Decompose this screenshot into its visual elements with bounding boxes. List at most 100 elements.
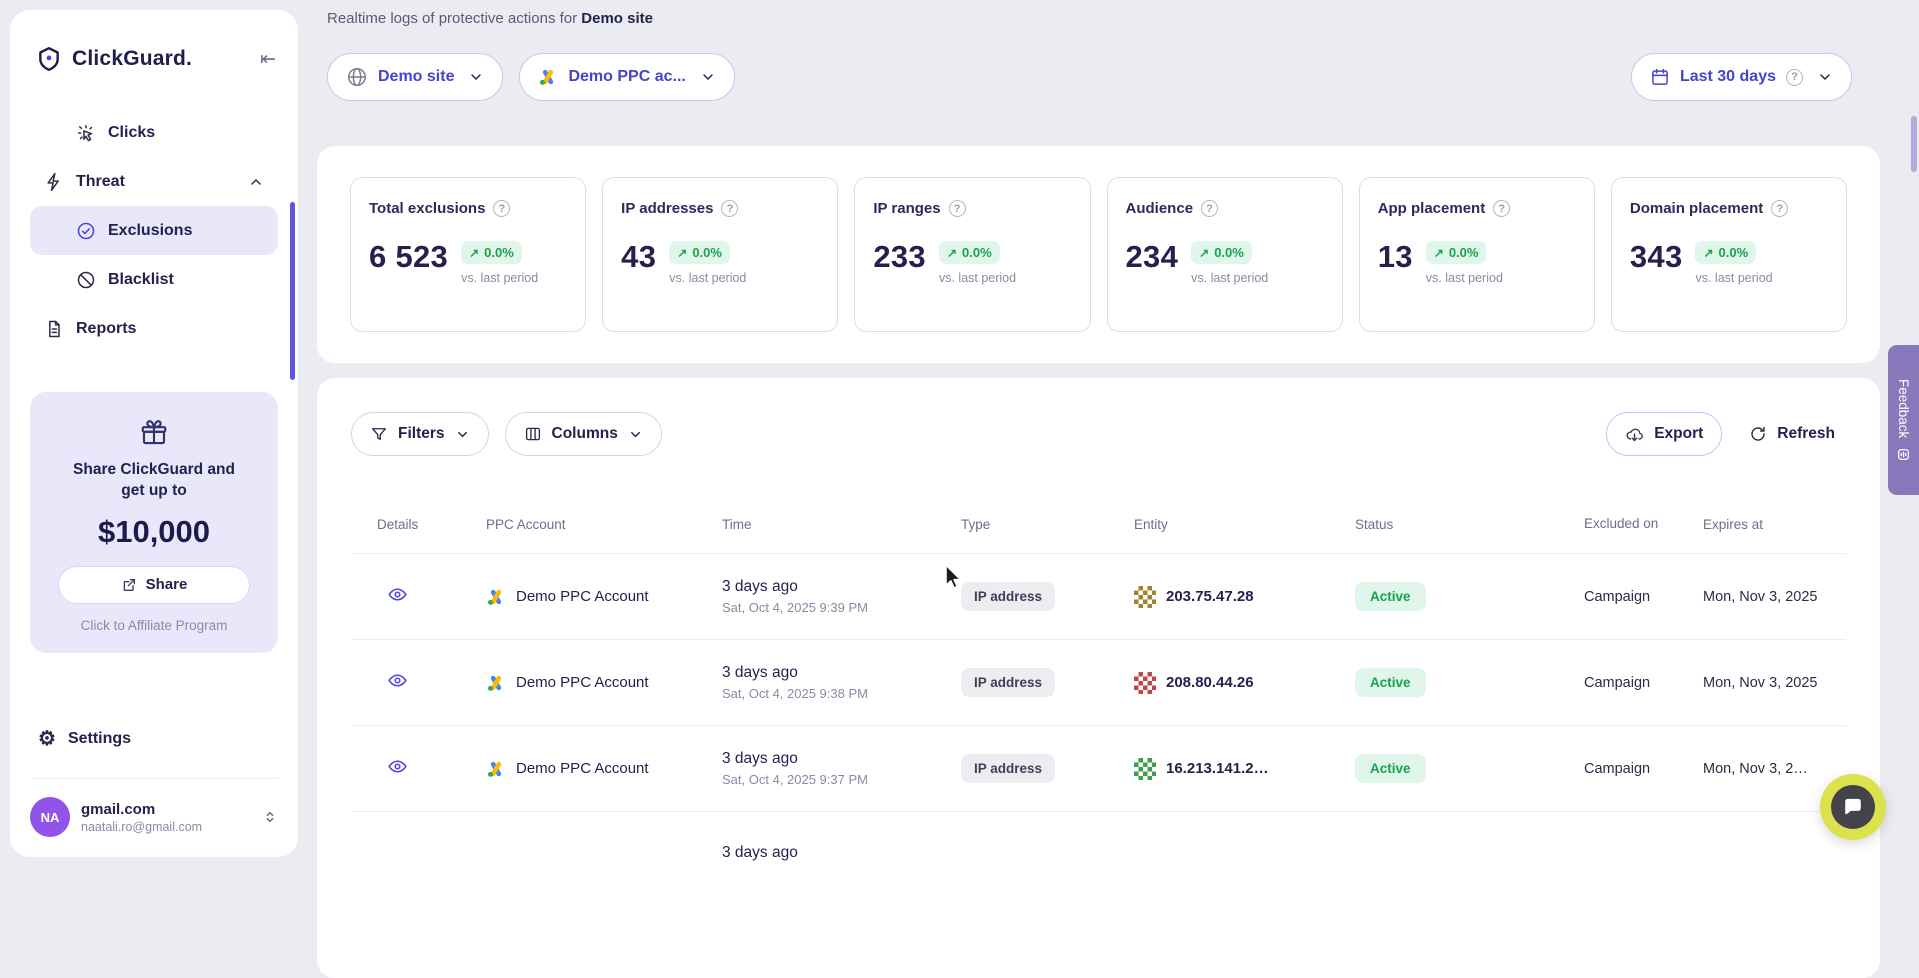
report-document-icon <box>44 319 64 339</box>
sidebar-item-exclusions[interactable]: Exclusions <box>30 206 278 255</box>
help-icon[interactable]: ? <box>949 200 966 217</box>
stat-caption: vs. last period <box>1191 271 1268 285</box>
stat-value: 343 <box>1630 239 1683 275</box>
sidebar-item-threat[interactable]: Threat <box>30 157 278 206</box>
view-details-eye-icon[interactable] <box>387 584 408 605</box>
sidebar: ClickGuard. ⇤ Clicks Threat Exclusions <box>10 10 298 857</box>
feedback-tab[interactable]: Feedback <box>1888 345 1919 495</box>
sidebar-item-blacklist[interactable]: Blacklist <box>30 255 278 304</box>
help-icon[interactable]: ? <box>1201 200 1218 217</box>
column-header: Expires at <box>1703 517 1846 532</box>
page-subtitle: Realtime logs of protective actions for … <box>327 10 1880 27</box>
sidebar-item-settings[interactable]: ⚙ Settings <box>30 716 278 762</box>
feedback-label: Feedback <box>1896 379 1911 438</box>
stat-value: 43 <box>621 239 656 275</box>
ppc-account-selector[interactable]: Demo PPC ac... <box>519 53 734 101</box>
refresh-icon <box>1749 425 1767 443</box>
columns-button[interactable]: Columns <box>505 412 662 456</box>
sidebar-item-reports[interactable]: Reports <box>30 304 278 353</box>
feedback-logo-icon <box>1897 448 1910 461</box>
clickguard-logo-icon <box>36 46 62 72</box>
stat-caption: vs. last period <box>1426 271 1503 285</box>
help-icon[interactable]: ? <box>1786 69 1803 86</box>
ppc-account-name: Demo PPC Account <box>516 760 649 777</box>
stat-value: 13 <box>1378 239 1413 275</box>
chat-launcher-button[interactable] <box>1820 774 1886 840</box>
stat-label: Audience <box>1126 200 1194 217</box>
help-icon[interactable]: ? <box>1493 200 1510 217</box>
entity-identicon <box>1134 758 1156 780</box>
view-details-eye-icon[interactable] <box>387 670 408 691</box>
stat-caption: vs. last period <box>669 271 746 285</box>
entity-value: 16.213.141.2… <box>1166 760 1269 777</box>
promo-amount: $10,000 <box>46 514 262 550</box>
help-icon[interactable]: ? <box>493 200 510 217</box>
sidebar-collapse-icon[interactable]: ⇤ <box>260 50 276 69</box>
table-row[interactable]: 3 days ago <box>351 812 1846 898</box>
google-ads-icon <box>486 759 506 779</box>
entity-value: 203.75.47.28 <box>1166 588 1254 605</box>
status-badge: Active <box>1355 582 1426 611</box>
export-button[interactable]: Export <box>1606 412 1722 456</box>
user-meta: gmail.com naatali.ro@gmail.com <box>81 801 251 834</box>
trend-badge: ↗0.0% <box>669 241 730 264</box>
logo-row: ClickGuard. ⇤ <box>36 46 276 72</box>
date-range-value: Last 30 days <box>1680 68 1776 86</box>
sidebar-scrollbar-thumb[interactable] <box>290 202 295 380</box>
date-range-selector[interactable]: Last 30 days ? <box>1631 53 1852 101</box>
time-relative: 3 days ago <box>722 578 961 596</box>
selector-row: Demo site Demo PPC ac... <box>327 53 1880 101</box>
refresh-button[interactable]: Refresh <box>1738 412 1846 456</box>
stat-label: Domain placement <box>1630 200 1763 217</box>
view-details-eye-icon[interactable] <box>387 756 408 777</box>
filters-button-label: Filters <box>398 425 445 443</box>
shield-check-icon <box>76 221 96 241</box>
ppc-account-name: Demo PPC Account <box>516 674 649 691</box>
trend-delta: 0.0% <box>1719 245 1749 260</box>
site-selector[interactable]: Demo site <box>327 53 503 101</box>
globe-icon <box>346 66 368 88</box>
stat-caption: vs. last period <box>939 271 1016 285</box>
share-button[interactable]: Share <box>58 566 250 604</box>
table-row[interactable]: Demo PPC Account 3 days agoSat, Oct 4, 2… <box>351 726 1846 812</box>
trend-delta: 0.0% <box>962 245 992 260</box>
page-scrollbar-thumb[interactable] <box>1911 116 1917 172</box>
promo-footer-text[interactable]: Click to Affiliate Program <box>46 618 262 633</box>
time-relative: 3 days ago <box>722 750 961 768</box>
trend-up-icon: ↗ <box>1434 246 1444 260</box>
sidebar-item-label: Clicks <box>108 124 155 142</box>
table-row[interactable]: Demo PPC Account 3 days agoSat, Oct 4, 2… <box>351 554 1846 640</box>
stat-label: IP addresses <box>621 200 713 217</box>
chevron-down-icon <box>455 427 470 442</box>
column-header: Type <box>961 517 1134 532</box>
filters-button[interactable]: Filters <box>351 412 489 456</box>
table-row[interactable]: Demo PPC Account 3 days agoSat, Oct 4, 2… <box>351 640 1846 726</box>
entity-value: 208.80.44.26 <box>1166 674 1254 691</box>
sidebar-item-clicks[interactable]: Clicks <box>30 108 278 157</box>
column-header: PPC Account <box>486 517 722 532</box>
trend-delta: 0.0% <box>484 245 514 260</box>
sidebar-item-label: Exclusions <box>108 222 192 240</box>
entity-identicon <box>1134 586 1156 608</box>
sidebar-item-label: Threat <box>76 173 125 191</box>
type-badge: IP address <box>961 754 1055 783</box>
columns-icon <box>524 425 542 443</box>
ppc-account-name: Demo PPC Account <box>516 588 649 605</box>
trend-badge: ↗0.0% <box>939 241 1000 264</box>
site-selector-value: Demo site <box>378 68 454 86</box>
trend-badge: ↗0.0% <box>1426 241 1487 264</box>
funnel-icon <box>370 425 388 443</box>
help-icon[interactable]: ? <box>1771 200 1788 217</box>
trend-delta: 0.0% <box>1214 245 1244 260</box>
subtitle-text: Realtime logs of protective actions for <box>327 10 577 27</box>
user-email: naatali.ro@gmail.com <box>81 820 251 834</box>
google-ads-icon <box>538 67 558 87</box>
chevron-up-icon <box>248 174 264 190</box>
column-header: Excluded on <box>1584 515 1662 533</box>
help-icon[interactable]: ? <box>721 200 738 217</box>
main-content: Realtime logs of protective actions for … <box>317 0 1880 978</box>
stat-caption: vs. last period <box>461 271 538 285</box>
stats-panel: Total exclusions? 6 523 ↗0.0%vs. last pe… <box>317 146 1880 363</box>
account-switcher[interactable]: NA gmail.com naatali.ro@gmail.com <box>30 778 278 837</box>
table-toolbar: Filters Columns <box>351 412 1846 456</box>
